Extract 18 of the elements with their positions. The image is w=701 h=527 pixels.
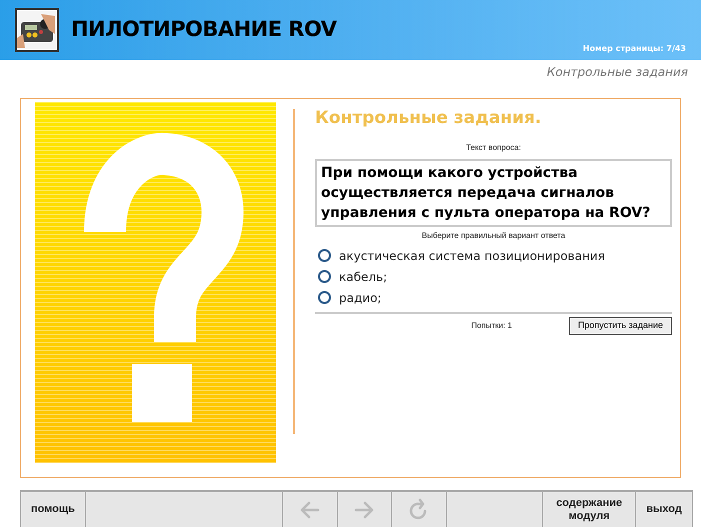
radio-button[interactable] xyxy=(318,249,331,262)
page-number: Номер страницы: 7/43 xyxy=(582,43,686,55)
radio-button[interactable] xyxy=(318,270,331,283)
question-text: При помощи какого устройства осуществляется передача сигналов управления с пульта оператора на ROV? xyxy=(315,158,672,226)
app-title: ПИЛОТИРОВАНИЕ ROV xyxy=(71,16,336,44)
radio-button[interactable] xyxy=(318,291,331,304)
nav-button[interactable]: помощь xyxy=(21,492,85,527)
section-label: Контрольные задания xyxy=(546,64,688,81)
option-label[interactable]: кабель; xyxy=(339,268,388,286)
question-label: Текст вопроса: xyxy=(466,142,521,154)
option-label[interactable]: акустическая система позиционирования xyxy=(339,246,605,264)
attempts-counter: Попытки: 1 xyxy=(471,320,512,332)
quiz-heading: Контрольные задания. xyxy=(315,107,542,130)
option-label[interactable]: радио; xyxy=(339,288,382,306)
instruction-text: Выберите правильный вариант ответа xyxy=(422,230,566,242)
skip-button[interactable]: Пропустить задание xyxy=(569,316,672,334)
nav-button[interactable]: выход xyxy=(636,492,692,527)
nav-button[interactable]: содержание модуля xyxy=(543,492,636,527)
